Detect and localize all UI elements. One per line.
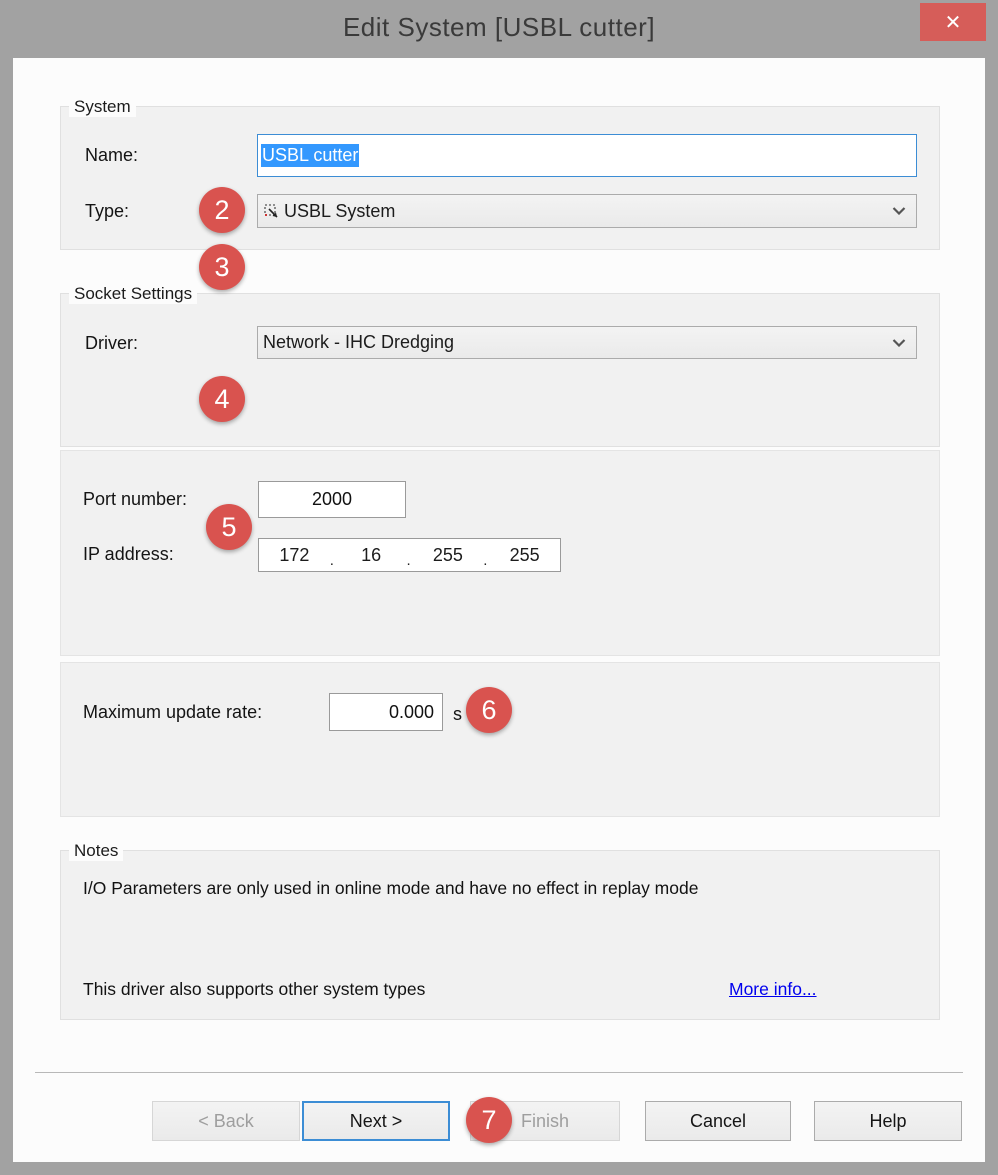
edit-system-dialog: Edit System [USBL cutter] ✕ System Name:… [0, 0, 998, 1175]
socket-settings-groupbox: Socket Settings Driver: Network - IHC Dr… [60, 293, 940, 447]
port-number-input[interactable] [258, 481, 406, 518]
more-info-link[interactable]: More info... [729, 979, 817, 1000]
type-label: Type: [85, 201, 129, 222]
rate-unit-label: s [453, 704, 462, 725]
name-label: Name: [85, 145, 138, 166]
ip-octet-3[interactable]: 255 [413, 545, 484, 566]
back-button[interactable]: < Back [152, 1101, 300, 1141]
next-button[interactable]: Next > [302, 1101, 450, 1141]
driver-value: Network - IHC Dredging [263, 332, 454, 353]
notes-legend: Notes [69, 840, 123, 861]
callout-4: 4 [199, 376, 245, 422]
help-button[interactable]: Help [814, 1101, 962, 1141]
callout-2: 2 [199, 187, 245, 233]
titlebar: Edit System [USBL cutter] ✕ [0, 0, 998, 58]
system-group-legend: System [69, 96, 136, 117]
usbl-system-icon [263, 203, 280, 220]
driver-label: Driver: [85, 333, 138, 354]
ip-address-label: IP address: [83, 544, 174, 565]
ip-octet-4[interactable]: 255 [489, 545, 560, 566]
chevron-down-icon [892, 207, 906, 215]
chevron-down-icon [892, 339, 906, 347]
type-dropdown[interactable]: USBL System [257, 194, 917, 228]
max-update-rate-label: Maximum update rate: [83, 702, 262, 723]
callout-3: 3 [199, 244, 245, 290]
port-number-label: Port number: [83, 489, 187, 510]
close-button[interactable]: ✕ [920, 3, 986, 41]
name-selected-text: USBL cutter [261, 144, 359, 167]
connection-panel: Port number: IP address: 172 . 16 . 255 … [60, 450, 940, 656]
system-groupbox: System Name: USBL cutter Type: USBL Syst… [60, 106, 940, 250]
dialog-title: Edit System [USBL cutter] [0, 12, 998, 43]
dialog-content: System Name: USBL cutter Type: USBL Syst… [13, 58, 985, 1162]
notes-line2: This driver also supports other system t… [83, 979, 425, 1000]
callout-6: 6 [466, 687, 512, 733]
notes-groupbox: Notes I/O Parameters are only used in on… [60, 850, 940, 1020]
cancel-button[interactable]: Cancel [645, 1101, 791, 1141]
driver-dropdown[interactable]: Network - IHC Dredging [257, 326, 917, 359]
ip-address-input[interactable]: 172 . 16 . 255 . 255 [258, 538, 561, 572]
ip-octet-2[interactable]: 16 [336, 545, 407, 566]
close-icon: ✕ [945, 10, 962, 35]
update-rate-panel: Maximum update rate: s [60, 662, 940, 817]
ip-octet-1[interactable]: 172 [259, 545, 330, 566]
footer-separator [35, 1072, 963, 1073]
socket-settings-legend: Socket Settings [69, 283, 197, 304]
notes-line1: I/O Parameters are only used in online m… [83, 878, 698, 899]
name-input[interactable]: USBL cutter [257, 134, 917, 177]
callout-7: 7 [466, 1097, 512, 1143]
type-value: USBL System [284, 201, 395, 222]
max-update-rate-input[interactable] [329, 693, 443, 731]
callout-5: 5 [206, 504, 252, 550]
